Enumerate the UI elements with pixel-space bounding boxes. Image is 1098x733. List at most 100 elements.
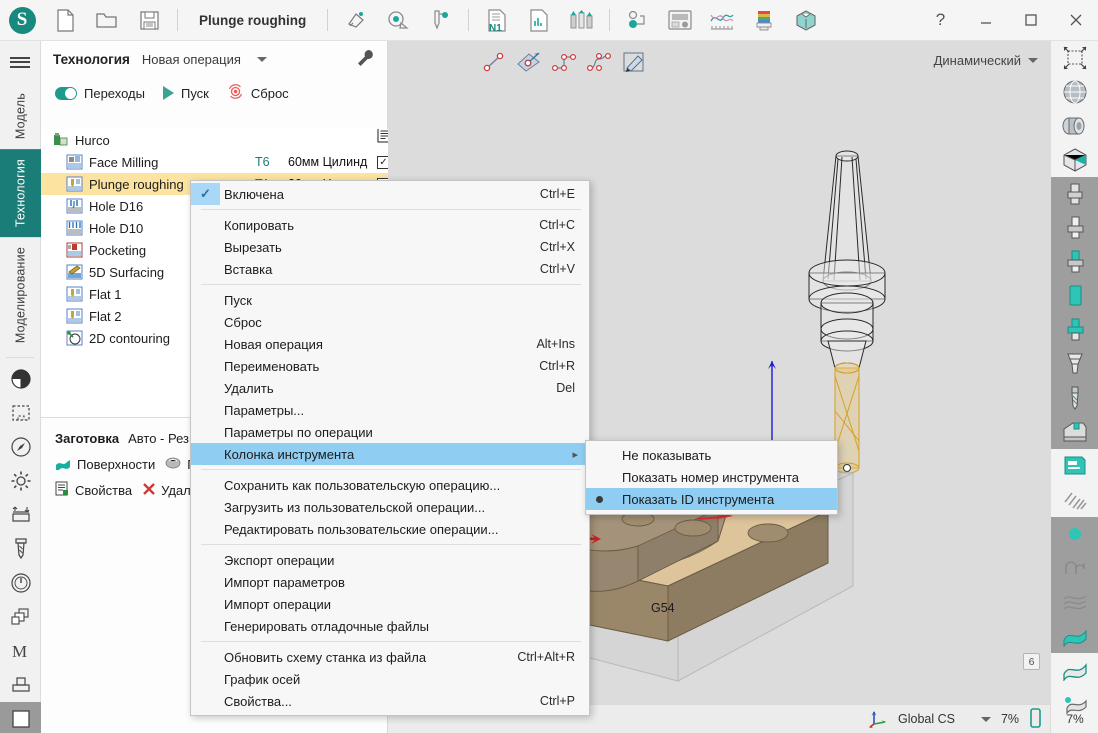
menu-item-rename[interactable]: Переименовать Ctrl+R — [191, 355, 589, 377]
help-button[interactable]: ? — [918, 0, 963, 41]
tool-library-icon[interactable] — [560, 0, 602, 41]
menu-item-new-operation[interactable]: Новая операция Alt+Ins — [191, 333, 589, 355]
menu-item-load-user-operation[interactable]: Загрузить из пользовательской операции..… — [191, 496, 589, 518]
collet-icon[interactable] — [1051, 347, 1098, 381]
maximize-button[interactable] — [1008, 0, 1053, 41]
drill-icon[interactable] — [1051, 381, 1098, 415]
coordinate-system-label[interactable]: Global CS — [898, 712, 955, 726]
reset-button[interactable]: Сброс — [227, 83, 289, 103]
compass-icon[interactable] — [0, 430, 41, 464]
line-icon[interactable] — [478, 46, 509, 77]
menu-item-import-operation[interactable]: Импорт операции — [191, 593, 589, 615]
menu-item-tool-column[interactable]: Колонка инструмента ▸ — [191, 443, 589, 465]
chevron-down-icon[interactable] — [981, 717, 991, 722]
curve-icon[interactable] — [1051, 551, 1098, 585]
submenu-item-show-tool-id[interactable]: Показать ID инструмента — [586, 488, 837, 510]
holder-gray-icon[interactable] — [1051, 177, 1098, 211]
menu-item-edit-user-operations[interactable]: Редактировать пользовательские операции.… — [191, 518, 589, 540]
menu-item-paste[interactable]: Вставка Ctrl+V — [191, 258, 589, 280]
controller-icon[interactable] — [659, 0, 701, 41]
minimize-button[interactable] — [963, 0, 1008, 41]
tool-holder-teal-icon[interactable] — [1051, 245, 1098, 279]
sidebar-tab-model[interactable]: Модель — [0, 83, 41, 149]
operation-combo[interactable]: Новая операция — [142, 52, 267, 67]
menu-item-properties[interactable]: Свойства... Ctrl+P — [191, 690, 589, 712]
fixture-gray-icon[interactable] — [1051, 415, 1098, 449]
menu-item-parameters[interactable]: Параметры... — [191, 399, 589, 421]
machine-m-icon[interactable]: M — [0, 634, 41, 668]
machine-table-icon[interactable] — [1051, 449, 1098, 483]
tool-body-teal-icon[interactable] — [1051, 279, 1098, 313]
gauge-icon[interactable] — [0, 566, 41, 600]
globe-icon[interactable] — [1051, 75, 1098, 109]
surface-outline-icon[interactable] — [1051, 653, 1098, 687]
view-mode-dropdown[interactable]: Динамический — [934, 53, 1038, 68]
sidebar-tab-technology[interactable]: Технология — [0, 149, 41, 237]
caliper-icon[interactable] — [419, 0, 461, 41]
properties-button[interactable]: Свойства — [55, 481, 132, 499]
row-checkbox[interactable]: ✓ — [377, 156, 388, 169]
square-view-icon[interactable] — [0, 702, 41, 733]
layers-icon[interactable] — [0, 600, 41, 634]
submenu-item-hide[interactable]: Не показывать — [586, 444, 837, 466]
tool-icon[interactable] — [0, 532, 41, 566]
sketch-box-icon[interactable] — [618, 46, 649, 77]
measure-icon[interactable] — [377, 0, 419, 41]
point-teal-icon[interactable] — [1051, 517, 1098, 551]
menu-item-save-user-operation[interactable]: Сохранить как пользовательскую операцию.… — [191, 474, 589, 496]
toolbar-divider — [609, 9, 610, 31]
wrench-icon[interactable] — [355, 48, 375, 71]
menu-item-axis-graph[interactable]: График осей — [191, 668, 589, 690]
surfaces-button[interactable]: Поверхности — [55, 456, 155, 473]
menu-item-reset[interactable]: Сброс — [191, 311, 589, 333]
submenu-item-show-tool-number[interactable]: Показать номер инструмента — [586, 466, 837, 488]
open-folder-icon[interactable] — [86, 0, 128, 41]
plane-normal-icon[interactable] — [513, 46, 544, 77]
viewport-badge[interactable]: 6 — [1023, 653, 1040, 670]
machine-setup-icon[interactable] — [335, 0, 377, 41]
fit-all-icon[interactable] — [1051, 41, 1098, 75]
box-section-icon[interactable] — [1051, 143, 1098, 177]
solid-model-icon[interactable] — [1051, 109, 1098, 143]
close-button[interactable] — [1053, 0, 1098, 41]
save-icon[interactable] — [128, 0, 170, 41]
menu-item-delete[interactable]: Удалить Del — [191, 377, 589, 399]
holder2-gray-icon[interactable] — [1051, 211, 1098, 245]
table-row[interactable]: Face Milling T6 60мм Цилинд ✓ — [41, 151, 388, 173]
kinematics-icon[interactable] — [617, 0, 659, 41]
nc-program-icon[interactable]: N1 — [476, 0, 518, 41]
menu-item-copy[interactable]: Копировать Ctrl+C — [191, 214, 589, 236]
technology-actions: Переходы Пуск Сброс — [41, 77, 387, 109]
start-button[interactable]: Пуск — [163, 86, 209, 101]
menu-item-refresh-machine-scheme[interactable]: Обновить схему станка из файла Ctrl+Alt+… — [191, 646, 589, 668]
hamburger-menu-icon[interactable] — [0, 41, 40, 83]
menu-item-cut[interactable]: Вырезать Ctrl+X — [191, 236, 589, 258]
menu-item-import-parameters[interactable]: Импорт параметров — [191, 571, 589, 593]
gear-icon[interactable] — [0, 464, 41, 498]
selection-box-icon[interactable] — [0, 396, 41, 430]
table-row[interactable]: Hurco — [41, 129, 388, 151]
surface-mesh-icon[interactable] — [1051, 585, 1098, 619]
transitions-toggle[interactable]: Переходы — [55, 86, 145, 101]
axis-graph-icon[interactable] — [701, 0, 743, 41]
shading-icon[interactable] — [0, 362, 41, 396]
hatch-icon[interactable] — [1051, 483, 1098, 517]
new-file-icon[interactable] — [44, 0, 86, 41]
polyline-icon[interactable] — [548, 46, 579, 77]
menu-item-generate-debug-files[interactable]: Генерировать отладочные файлы — [191, 615, 589, 637]
stock-icon[interactable] — [785, 0, 827, 41]
surface-teal-icon[interactable] — [1051, 619, 1098, 653]
material-icon[interactable] — [743, 0, 785, 41]
tool-assembly-icon[interactable] — [1051, 313, 1098, 347]
menu-item-operation-parameters[interactable]: Параметры по операции — [191, 421, 589, 443]
spline-icon[interactable] — [583, 46, 614, 77]
menu-item-start[interactable]: Пуск — [191, 289, 589, 311]
report-icon[interactable] — [518, 0, 560, 41]
fixture-icon[interactable] — [0, 668, 41, 702]
menu-item-export-operation[interactable]: Экспорт операции — [191, 549, 589, 571]
stock-height-icon[interactable] — [0, 498, 41, 532]
close-icon — [142, 482, 156, 499]
menu-item-enabled[interactable]: ✓ Включена Ctrl+E — [191, 183, 589, 205]
menu-item-label: Показать номер инструмента — [622, 470, 799, 485]
sidebar-tab-simulation[interactable]: Моделирование — [0, 237, 41, 353]
